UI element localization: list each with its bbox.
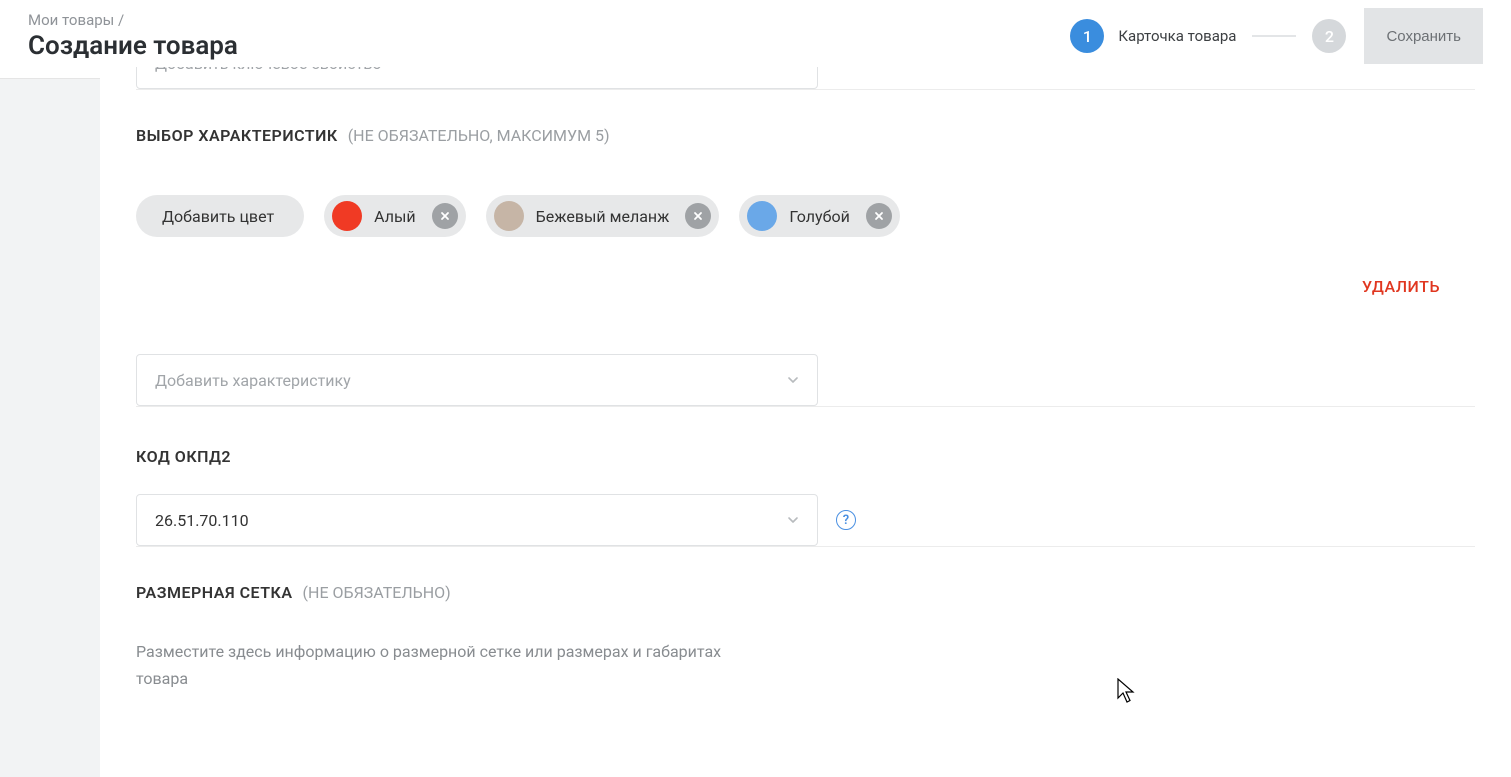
section-okpd-title: КОД ОКПД2 xyxy=(136,447,1475,466)
step-circle-1: 1 xyxy=(1070,19,1104,53)
chip-label: Бежевый меланж xyxy=(536,207,674,226)
add-color-chip[interactable]: Добавить цвет xyxy=(136,195,304,237)
breadcrumb[interactable]: Мои товары / xyxy=(28,11,238,29)
content-area: Добавить ключевое свойство ВЫБОР ХАРАКТЕ… xyxy=(100,67,1511,777)
color-chip-beige: Бежевый меланж xyxy=(486,195,720,237)
characteristics-hint: (НЕ ОБЯЗАТЕЛЬНО, МАКСИМУМ 5) xyxy=(348,126,610,145)
close-icon xyxy=(439,210,451,222)
swatch-aly xyxy=(332,201,362,231)
color-chip-blue: Голубой xyxy=(739,195,899,237)
section-size-grid-title: РАЗМЕРНАЯ СЕТКА (НЕ ОБЯЗАТЕЛЬНО) xyxy=(136,583,1475,602)
step-2[interactable]: 2 xyxy=(1312,19,1346,53)
okpd-title: КОД ОКПД2 xyxy=(136,447,231,466)
step-line-icon xyxy=(1252,35,1296,37)
remove-chip-button[interactable] xyxy=(685,203,711,229)
swatch-blue xyxy=(747,201,777,231)
page-title: Создание товара xyxy=(28,31,238,61)
characteristics-title: ВЫБОР ХАРАКТЕРИСТИК xyxy=(136,126,338,145)
size-grid-description: Разместите здесь информацию о размерной … xyxy=(136,638,776,692)
add-characteristic-placeholder: Добавить характеристику xyxy=(155,371,351,390)
step-circle-2: 2 xyxy=(1312,19,1346,53)
size-grid-hint: (НЕ ОБЯЗАТЕЛЬНО) xyxy=(303,583,451,602)
add-characteristic-select[interactable]: Добавить характеристику xyxy=(136,354,818,406)
stepper: 1 Карточка товара 2 xyxy=(1070,19,1346,53)
add-key-property-select[interactable]: Добавить ключевое свойство xyxy=(136,67,818,89)
help-icon[interactable]: ? xyxy=(836,510,856,530)
add-color-label: Добавить цвет xyxy=(162,207,278,226)
remove-chip-button[interactable] xyxy=(866,203,892,229)
step-1[interactable]: 1 Карточка товара xyxy=(1070,19,1236,53)
delete-link[interactable]: УДАЛИТЬ xyxy=(136,277,1475,296)
size-grid-title: РАЗМЕРНАЯ СЕТКА xyxy=(136,583,293,602)
close-icon xyxy=(873,210,885,222)
chevron-down-icon xyxy=(787,511,799,530)
color-chip-aly: Алый xyxy=(324,195,465,237)
header-right: 1 Карточка товара 2 Сохранить xyxy=(1070,8,1483,64)
swatch-beige xyxy=(494,201,524,231)
save-button[interactable]: Сохранить xyxy=(1364,8,1483,64)
section-characteristics-title: ВЫБОР ХАРАКТЕРИСТИК (НЕ ОБЯЗАТЕЛЬНО, МАК… xyxy=(136,126,1475,145)
okpd-select[interactable]: 26.51.70.110 xyxy=(136,494,818,546)
close-icon xyxy=(692,210,704,222)
okpd-value: 26.51.70.110 xyxy=(155,511,249,530)
step-label-1: Карточка товара xyxy=(1118,27,1236,45)
color-chips-row: Добавить цвет Алый Бежевый меланж Голубо… xyxy=(136,195,1475,237)
add-key-property-placeholder: Добавить ключевое свойство xyxy=(155,67,382,73)
chevron-down-icon xyxy=(787,371,799,390)
chip-label: Голубой xyxy=(789,207,853,226)
remove-chip-button[interactable] xyxy=(432,203,458,229)
header-left: Мои товары / Создание товара xyxy=(28,11,238,61)
chevron-down-icon xyxy=(787,67,799,73)
chip-label: Алый xyxy=(374,207,419,226)
